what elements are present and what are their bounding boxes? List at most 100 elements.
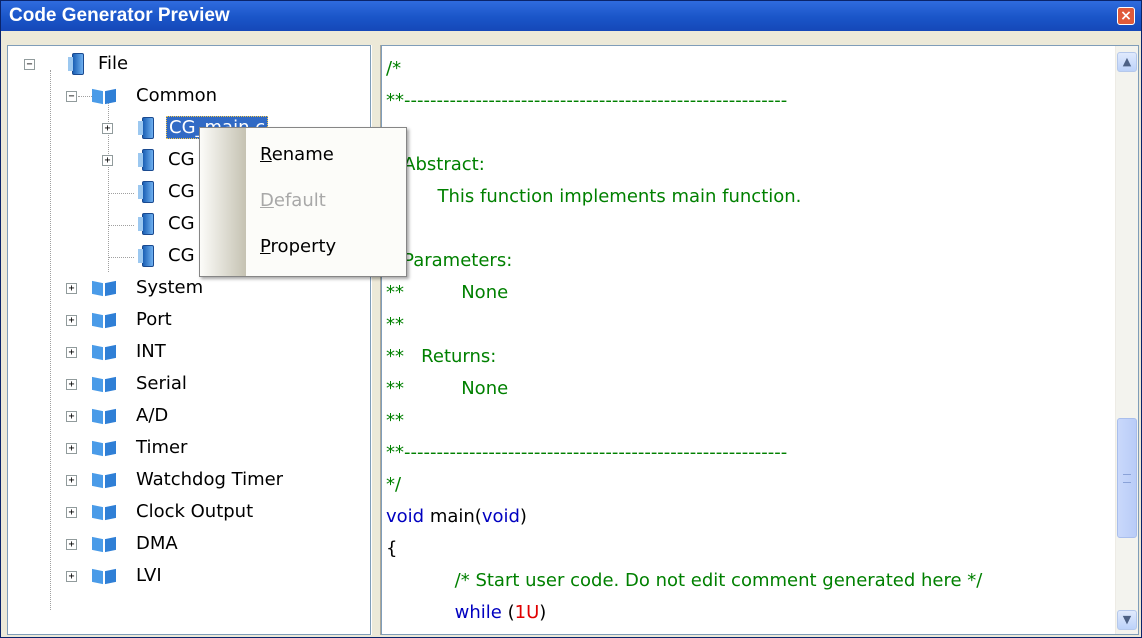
folder-book-icon bbox=[92, 312, 116, 328]
code-line-main-signature: void main(void) bbox=[386, 506, 527, 527]
code-preview-pane[interactable]: /* **-----------------------------------… bbox=[381, 45, 1139, 635]
folder-book-icon bbox=[92, 88, 116, 104]
title-bar[interactable]: Code Generator Preview × bbox=[1, 1, 1141, 31]
code-text: ) bbox=[539, 602, 547, 623]
folder-book-icon bbox=[92, 536, 116, 552]
code-keyword: void bbox=[386, 506, 425, 527]
folder-book-icon bbox=[92, 408, 116, 424]
tree-node-file[interactable]: − File bbox=[8, 50, 368, 80]
grip-icon bbox=[1123, 474, 1131, 483]
expand-toggle[interactable]: + bbox=[66, 347, 77, 358]
tree-node-label: Serial bbox=[136, 373, 187, 394]
code-line: */ bbox=[386, 474, 402, 495]
expand-toggle[interactable]: + bbox=[66, 571, 77, 582]
menu-accelerator: R bbox=[260, 144, 272, 165]
file-icon bbox=[68, 53, 84, 75]
code-number: 1U bbox=[514, 602, 540, 623]
folder-book-icon bbox=[92, 344, 116, 360]
code-text: ) bbox=[519, 506, 527, 527]
tree-node-label: INT bbox=[136, 341, 166, 362]
scroll-up-button[interactable]: ▲ bbox=[1117, 52, 1137, 72]
tree-node-label: File bbox=[98, 53, 129, 74]
code-line: ** None bbox=[386, 378, 509, 399]
close-button[interactable]: × bbox=[1117, 7, 1135, 25]
tree-node-label: Port bbox=[136, 309, 172, 330]
code-line: /* bbox=[386, 58, 402, 79]
code-line: { bbox=[386, 538, 398, 559]
scroll-thumb[interactable] bbox=[1117, 418, 1137, 538]
tree-node-label: System bbox=[136, 277, 204, 298]
code-keyword: void bbox=[481, 506, 520, 527]
collapse-toggle[interactable]: − bbox=[66, 91, 77, 102]
tree-node-lvi[interactable]: + LVI bbox=[8, 562, 368, 592]
file-icon bbox=[138, 181, 154, 203]
folder-book-icon bbox=[92, 472, 116, 488]
folder-book-icon bbox=[92, 376, 116, 392]
code-line: /* Start user code. Do not edit comment … bbox=[386, 570, 983, 591]
expand-toggle[interactable]: + bbox=[66, 315, 77, 326]
tree-connector bbox=[108, 225, 134, 226]
menu-item-default: Default bbox=[260, 190, 326, 211]
file-icon bbox=[138, 245, 154, 267]
scroll-down-button[interactable]: ▼ bbox=[1117, 610, 1137, 630]
tree-node-port[interactable]: + Port bbox=[8, 306, 368, 336]
code-line: ** bbox=[386, 410, 404, 431]
tree-node-label: CG bbox=[168, 149, 195, 170]
expand-toggle[interactable]: + bbox=[102, 123, 113, 134]
tree-node-label: CG bbox=[168, 181, 195, 202]
tree-node-timer[interactable]: + Timer bbox=[8, 434, 368, 464]
tree-node-label: Timer bbox=[136, 437, 188, 458]
menu-item-rename[interactable]: Rename bbox=[260, 144, 334, 165]
menu-item-property[interactable]: Property bbox=[260, 236, 336, 257]
code-line-while: while (1U) bbox=[386, 602, 547, 623]
menu-gutter bbox=[200, 128, 246, 276]
tree-node-label: DMA bbox=[136, 533, 178, 554]
tree-node-clock-output[interactable]: + Clock Output bbox=[8, 498, 368, 528]
file-icon bbox=[138, 213, 154, 235]
tree-node-int[interactable]: + INT bbox=[8, 338, 368, 368]
code-keyword: while bbox=[454, 602, 502, 623]
vertical-scrollbar[interactable]: ▲ ▼ bbox=[1115, 46, 1138, 634]
tree-node-dma[interactable]: + DMA bbox=[8, 530, 368, 560]
menu-accelerator: D bbox=[260, 190, 274, 211]
tree-connector bbox=[108, 193, 134, 194]
tree-node-system[interactable]: + System bbox=[8, 274, 368, 304]
code-line: ** bbox=[386, 314, 404, 335]
code-line: **--------------------------------------… bbox=[386, 442, 788, 463]
tree-node-common[interactable]: − Common bbox=[8, 82, 368, 112]
folder-book-icon bbox=[92, 280, 116, 296]
arrow-down-icon: ▼ bbox=[1122, 613, 1132, 626]
code-line: **--------------------------------------… bbox=[386, 90, 788, 111]
collapse-toggle[interactable]: − bbox=[24, 59, 35, 70]
context-menu: Rename Default Property bbox=[199, 127, 407, 277]
tree-node-serial[interactable]: + Serial bbox=[8, 370, 368, 400]
code-line: ** None bbox=[386, 282, 509, 303]
file-icon bbox=[138, 149, 154, 171]
menu-item-label: efault bbox=[273, 190, 326, 211]
tree-node-label: LVI bbox=[136, 565, 162, 586]
menu-item-label: ename bbox=[271, 144, 334, 165]
code-text: ( bbox=[501, 602, 515, 623]
code-generator-window: Code Generator Preview × − File − Common… bbox=[0, 0, 1142, 638]
menu-item-label: roperty bbox=[270, 236, 337, 257]
tree-node-label: Common bbox=[136, 85, 218, 106]
tree-node-label: Watchdog Timer bbox=[136, 469, 284, 490]
folder-book-icon bbox=[92, 504, 116, 520]
tree-node-watchdog-timer[interactable]: + Watchdog Timer bbox=[8, 466, 368, 496]
expand-toggle[interactable]: + bbox=[66, 475, 77, 486]
expand-toggle[interactable]: + bbox=[102, 155, 113, 166]
tree-node-label: Clock Output bbox=[136, 501, 254, 522]
expand-toggle[interactable]: + bbox=[66, 507, 77, 518]
expand-toggle[interactable]: + bbox=[66, 539, 77, 550]
expand-toggle[interactable]: + bbox=[66, 411, 77, 422]
expand-toggle[interactable]: + bbox=[66, 443, 77, 454]
expand-toggle[interactable]: + bbox=[66, 379, 77, 390]
window-title: Code Generator Preview bbox=[9, 5, 230, 26]
arrow-up-icon: ▲ bbox=[1122, 55, 1132, 68]
folder-book-icon bbox=[92, 440, 116, 456]
close-icon: × bbox=[1120, 8, 1132, 24]
tree-node-ad[interactable]: + A/D bbox=[8, 402, 368, 432]
tree-node-label: CG bbox=[168, 213, 195, 234]
code-line: ** Returns: bbox=[386, 346, 497, 367]
expand-toggle[interactable]: + bbox=[66, 283, 77, 294]
